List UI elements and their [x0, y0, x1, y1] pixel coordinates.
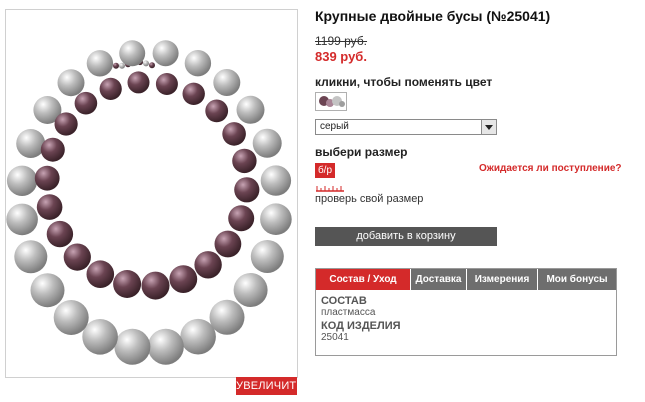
color-select[interactable]: серый — [315, 119, 497, 135]
zoom-button[interactable]: УВЕЛИЧИТЬ — [236, 377, 304, 395]
bead — [14, 240, 48, 274]
bead — [119, 62, 125, 69]
bead — [232, 148, 257, 174]
bead — [6, 165, 38, 196]
bead — [127, 71, 150, 94]
product-image[interactable] — [5, 9, 298, 378]
size-label: выбери размер — [315, 145, 408, 159]
product-info-tabs: Состав / Уход Доставка Измерения Мои бон… — [315, 268, 617, 356]
bead — [74, 91, 98, 115]
tab-measurements[interactable]: Измерения — [467, 269, 538, 290]
product-code-value: 25041 — [321, 332, 349, 343]
bead — [141, 271, 170, 300]
bead — [182, 82, 205, 106]
bead — [214, 230, 242, 258]
bead — [36, 194, 63, 220]
tab-my-bonuses[interactable]: Мои бонусы — [538, 269, 616, 290]
bead — [209, 299, 245, 335]
product-code-heading: КОД ИЗДЕЛИЯ — [321, 320, 401, 332]
bead — [114, 328, 151, 365]
bead — [86, 260, 115, 288]
composition-value: пластмасса — [321, 307, 376, 318]
bead — [252, 128, 282, 158]
bead — [99, 77, 122, 100]
bead — [30, 273, 65, 308]
bead — [236, 95, 265, 124]
size-option-chip[interactable]: б/р — [315, 163, 335, 178]
bead — [143, 60, 149, 67]
bead — [86, 50, 114, 77]
old-price: 1199 руб. — [315, 34, 368, 48]
check-size-link[interactable]: проверь свой размер — [315, 193, 423, 205]
bead — [155, 73, 178, 95]
tab-delivery[interactable]: Доставка — [411, 269, 467, 290]
ruler-icon[interactable] — [316, 185, 344, 192]
bead — [63, 243, 91, 271]
bead — [57, 69, 85, 97]
tab-content: СОСТАВ пластмасса КОД ИЗДЕЛИЯ 25041 — [321, 295, 401, 345]
bead — [40, 137, 65, 162]
sale-price: 839 руб. — [315, 49, 367, 64]
bead — [184, 50, 212, 77]
bead — [228, 205, 255, 232]
bead — [260, 165, 292, 196]
color-swatch[interactable] — [315, 92, 347, 111]
bead — [16, 129, 46, 158]
bead — [205, 99, 229, 123]
arrival-notify-link[interactable]: Ожидается ли поступление? — [479, 163, 622, 174]
bead — [46, 220, 74, 248]
bead — [233, 273, 268, 307]
color-select-value: серый — [320, 121, 349, 132]
bead — [213, 69, 241, 96]
chevron-down-icon[interactable] — [481, 120, 496, 134]
color-label: кликни, чтобы поменять цвет — [315, 75, 493, 89]
tab-bar: Состав / Уход Доставка Измерения Мои бон… — [316, 269, 616, 290]
bead — [180, 318, 216, 355]
bead — [149, 62, 155, 69]
bead — [6, 203, 38, 236]
bead — [152, 40, 179, 67]
tab-composition-care[interactable]: Состав / Уход — [316, 269, 411, 290]
bead — [34, 165, 60, 191]
necklace-image — [6, 40, 292, 365]
composition-heading: СОСТАВ — [321, 295, 367, 307]
bead — [113, 270, 142, 298]
bead — [222, 122, 246, 146]
bead — [147, 328, 184, 365]
bead — [234, 177, 260, 203]
bead — [194, 251, 222, 279]
product-title: Крупные двойные бусы (№25041) — [315, 8, 551, 24]
bead — [82, 319, 118, 355]
add-to-cart-button[interactable]: добавить в корзину — [315, 227, 497, 246]
swatch-thumbnail — [319, 96, 345, 107]
bead — [54, 112, 78, 136]
bead — [113, 62, 119, 69]
bead — [260, 203, 292, 235]
bead — [250, 240, 284, 273]
bead — [53, 300, 89, 335]
bead — [169, 265, 198, 293]
bead — [119, 40, 146, 67]
